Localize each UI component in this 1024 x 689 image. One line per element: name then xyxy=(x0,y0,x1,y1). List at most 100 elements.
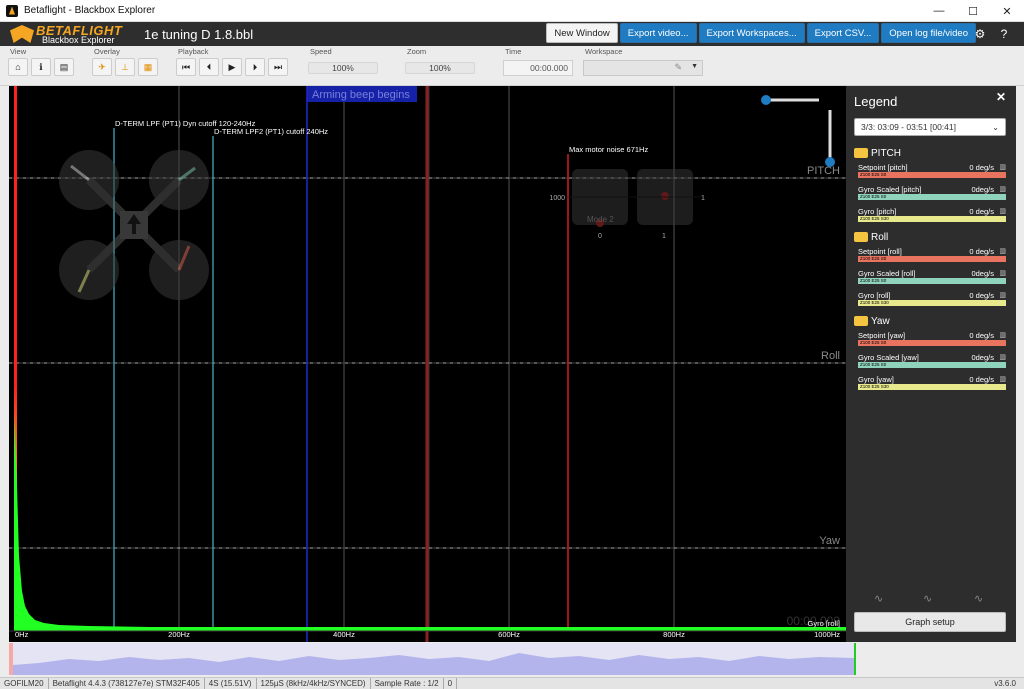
legend-group-name: PITCH xyxy=(871,147,901,159)
legend-panel: Legend ✕ 3/3: 03:09 - 03:51 [00:41] ⌄ PIT… xyxy=(846,86,1016,642)
step-forward-icon[interactable]: ⏵ xyxy=(245,58,265,76)
series-value: 0 deg/s xyxy=(969,163,994,172)
stick-label-b1: 1 xyxy=(662,233,666,240)
legend-row[interactable]: Gyro Scaled [pitch] 0deg/s ▥ Z100 E25 S0 xyxy=(854,184,1006,204)
legend-row[interactable]: Gyro [roll] 0 deg/s ▥ Z100 E25 S30 xyxy=(854,290,1006,310)
spectrum-graph[interactable]: Arming beep begins D-TERM LPF (PT1) Dyn … xyxy=(9,86,846,642)
legend-title: Legend xyxy=(854,94,898,109)
graph-setup-button[interactable]: Graph setup xyxy=(854,612,1006,632)
close-icon[interactable]: ✕ xyxy=(996,90,1006,104)
legend-group-header[interactable]: Roll xyxy=(854,230,1006,244)
sticks-overlay-icon[interactable]: ⊥ xyxy=(115,58,135,76)
speed-group: Speed 100% xyxy=(308,46,378,74)
gear-icon[interactable]: ⚙ xyxy=(971,25,989,43)
zoom-x-slider-handle[interactable] xyxy=(761,95,771,105)
home-icon[interactable]: ⌂ xyxy=(8,58,28,76)
app-icon xyxy=(6,4,18,17)
series-name: Gyro [yaw] xyxy=(858,375,894,384)
x-tick: 1000Hz xyxy=(814,630,840,639)
series-name: Gyro Scaled [roll] xyxy=(858,269,916,278)
zoom-y-slider-handle[interactable] xyxy=(825,157,835,167)
legend-row[interactable]: Gyro [yaw] 0 deg/s ▥ Z100 E25 S30 xyxy=(854,374,1006,394)
seek-bar-canvas xyxy=(9,643,856,675)
speed-slider[interactable]: 100% xyxy=(308,62,378,74)
seek-bar[interactable] xyxy=(9,643,856,675)
bar-chart-icon[interactable]: ▥ xyxy=(999,269,1006,277)
play-icon[interactable]: ▶ xyxy=(222,58,242,76)
series-bar: Z100 E25 S0 xyxy=(858,194,1006,200)
wave-pitch-icon[interactable]: ∿ xyxy=(874,592,883,605)
playback-label: Playback xyxy=(178,47,209,56)
legend-row[interactable]: Gyro [pitch] 0 deg/s ▥ Z100 E25 S30 xyxy=(854,206,1006,226)
question-icon[interactable]: ? xyxy=(995,25,1013,43)
bar-chart-icon[interactable]: ▥ xyxy=(999,331,1006,339)
graph-canvas: Arming beep begins D-TERM LPF (PT1) Dyn … xyxy=(9,86,846,642)
bar-chart-icon[interactable]: ▥ xyxy=(999,185,1006,193)
zoom-label: Zoom xyxy=(407,47,427,56)
status-extra: 0 xyxy=(444,678,458,689)
legend-row[interactable]: Gyro Scaled [roll] 0deg/s ▥ Z100 E25 S0 xyxy=(854,268,1006,288)
pencil-icon[interactable]: ✎ xyxy=(674,62,682,73)
status-battery: 4S (15.51V) xyxy=(205,678,257,689)
skip-end-icon[interactable]: ⏭ xyxy=(268,58,288,76)
export-video-button[interactable]: Export video... xyxy=(619,23,697,43)
time-input[interactable]: 00:00.000 xyxy=(503,60,573,76)
playback-group: Playback ⏮ ⏴ ▶ ⏵ ⏭ xyxy=(176,46,291,76)
legend-group-header[interactable]: PITCH xyxy=(854,146,1006,160)
step-back-icon[interactable]: ⏴ xyxy=(199,58,219,76)
legend-row[interactable]: Setpoint [pitch] 0 deg/s ▥ Z100 E25 S0 xyxy=(854,162,1006,182)
craft-overlay-icon[interactable]: ✈ xyxy=(92,58,112,76)
bar-chart-icon[interactable]: ▥ xyxy=(999,375,1006,383)
x-tick: 800Hz xyxy=(663,630,685,639)
open-log-file-button[interactable]: Open log file/video xyxy=(881,23,976,43)
toolbar: View ⌂ ℹ ▤ Overlay ✈ ⊥ ▦ Playback ⏮ ⏴ ▶ ⏵ ⏭ Spee… xyxy=(0,46,1024,86)
zoom-slider[interactable]: 100% xyxy=(405,62,475,74)
status-bar: GOFILM20 Betaflight 4.4.3 (738127e7e) ST… xyxy=(0,677,1024,689)
app-version: v3.6.0 xyxy=(994,679,1016,688)
series-value: 0deg/s xyxy=(971,269,994,278)
legend-row[interactable]: Setpoint [roll] 0 deg/s ▥ Z100 E25 S0 xyxy=(854,246,1006,266)
seek-end-marker xyxy=(854,643,856,675)
export-csv-button[interactable]: Export CSV... xyxy=(806,23,880,43)
legend-row[interactable]: Gyro Scaled [yaw] 0deg/s ▥ Z100 E25 S0 xyxy=(854,352,1006,372)
bar-chart-icon[interactable]: ▥ xyxy=(999,353,1006,361)
series-value: 0 deg/s xyxy=(969,375,994,384)
new-window-button[interactable]: New Window xyxy=(546,23,618,43)
bar-chart-icon[interactable]: ▥ xyxy=(999,247,1006,255)
info-icon[interactable]: ℹ xyxy=(31,58,51,76)
axis-label-roll: Roll xyxy=(821,350,840,362)
chevron-down-icon: ⌄ xyxy=(992,123,999,132)
series-name: Gyro Scaled [yaw] xyxy=(858,353,919,362)
series-value: 0 deg/s xyxy=(969,247,994,256)
series-bar: Z100 E25 S30 xyxy=(858,216,1006,222)
log-file-name: 1e tuning D 1.8.bbl xyxy=(144,26,254,42)
close-window-button[interactable]: ✕ xyxy=(990,0,1024,22)
spectrum-fill xyxy=(14,416,846,631)
series-bar: Z100 E25 S0 xyxy=(858,256,1006,262)
status-sample-rate: Sample Rate : 1/2 xyxy=(371,678,444,689)
chevron-down-icon[interactable]: ▼ xyxy=(691,63,698,70)
status-firmware: Betaflight 4.4.3 (738127e7e) STM32F405 xyxy=(49,678,205,689)
export-workspaces-button[interactable]: Export Workspaces... xyxy=(698,23,805,43)
series-value: 0 deg/s xyxy=(969,331,994,340)
time-range-select[interactable]: 3/3: 03:09 - 03:51 [00:41] ⌄ xyxy=(854,118,1006,136)
analyser-overlay-icon[interactable]: ▦ xyxy=(138,58,158,76)
minimize-button[interactable]: — xyxy=(922,0,956,22)
legend-group-header[interactable]: Yaw xyxy=(854,314,1006,328)
wave-roll-icon[interactable]: ∿ xyxy=(923,592,932,605)
legend-row[interactable]: Setpoint [yaw] 0 deg/s ▥ Z100 E25 S0 xyxy=(854,330,1006,350)
bar-chart-icon[interactable]: ▥ xyxy=(999,207,1006,215)
workspace-label: Workspace xyxy=(585,47,623,56)
bar-chart-icon[interactable]: ▥ xyxy=(999,163,1006,171)
skip-start-icon[interactable]: ⏮ xyxy=(176,58,196,76)
maximize-button[interactable]: ☐ xyxy=(956,0,990,22)
workspace-select[interactable]: ✎ ▼ xyxy=(583,60,703,76)
wave-yaw-icon[interactable]: ∿ xyxy=(974,592,983,605)
table-icon[interactable]: ▤ xyxy=(54,58,74,76)
bar-chart-icon[interactable]: ▥ xyxy=(999,291,1006,299)
status-craft: GOFILM20 xyxy=(0,678,49,689)
series-bar: Z100 E25 S0 xyxy=(858,340,1006,346)
time-label: Time xyxy=(505,47,522,56)
series-name: Setpoint [yaw] xyxy=(858,331,906,340)
series-bar: Z100 E25 S0 xyxy=(858,278,1006,284)
